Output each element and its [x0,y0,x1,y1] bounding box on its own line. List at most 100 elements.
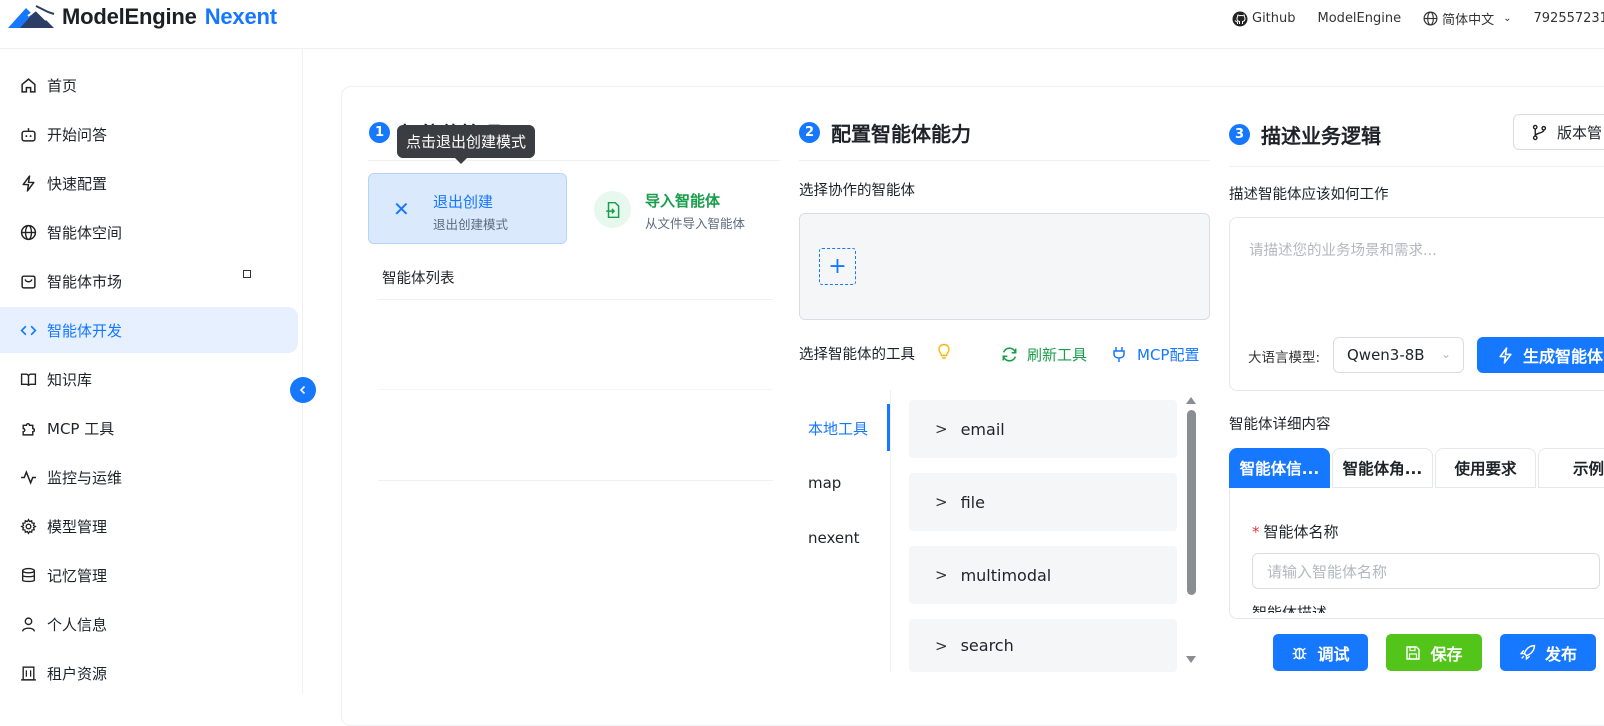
version-manage-label: 版本管 [1557,123,1603,142]
publish-label: 发布 [1544,644,1577,664]
generate-agent-label: 生成智能体 [1523,347,1604,366]
top-header: ModelEngine Nexent Github ModelEngine 简体… [0,0,1604,49]
chevron-down-icon: ⌄ [1503,13,1512,24]
sidebar-item-tenant[interactable]: 租户资源 [0,650,298,696]
user-label: 792557231@ [1533,11,1604,26]
tab-local-tools[interactable]: 本地工具 [808,418,868,439]
logo[interactable]: ModelEngine Nexent [6,2,277,32]
plug-icon [1113,347,1125,362]
tool-group-label: search [960,636,1014,655]
tab-examples[interactable]: 示例 [1538,448,1604,488]
divider [368,160,780,161]
generate-agent-button[interactable]: 生成智能体 [1477,337,1604,373]
rocket-icon [1519,644,1536,661]
tool-group-file[interactable]: > file [909,473,1177,531]
tab-nexent[interactable]: nexent [808,529,860,547]
logo-mark-icon [8,5,55,28]
divider [1229,166,1604,167]
refresh-tools-button[interactable]: 刷新工具 [1001,344,1087,365]
sidebar-item-quick-config[interactable]: 快速配置 [0,160,298,206]
modelengine-link[interactable]: ModelEngine [1318,11,1402,26]
step-2-heading: 2 配置智能体能力 [799,118,971,147]
sidebar-item-agent-space[interactable]: 智能体空间 [0,209,298,255]
sidebar-item-label: 开始问答 [47,125,108,144]
tools-label: 选择智能体的工具 [799,347,915,363]
sidebar-item-label: 智能体开发 [47,321,123,340]
sidebar-item-models[interactable]: 模型管理 [0,503,298,549]
sidebar-item-mcp[interactable]: MCP 工具 [0,405,298,451]
user-account[interactable]: 792557231@ [1534,11,1604,26]
debug-button[interactable]: 调试 [1273,634,1368,671]
business-description-input[interactable]: 请描述您的业务场景和需求... [1249,239,1437,260]
puzzle-icon [18,418,38,438]
save-button[interactable]: 保存 [1386,634,1482,671]
import-agent-title[interactable]: 导入智能体 [645,190,720,211]
sidebar-item-home[interactable]: 首页 [0,62,298,108]
language-label: 简体中文 [1442,13,1495,28]
github-link[interactable]: Github [1232,11,1296,27]
scroll-up-arrow[interactable] [1186,397,1196,404]
lightbulb-icon[interactable] [937,343,951,362]
chevron-right-icon: > [935,566,948,584]
exit-create-button[interactable]: ✕ 退出创建 退出创建模式 [368,173,567,244]
bot-icon [18,124,38,144]
mcp-config-button[interactable]: MCP配置 [1111,344,1199,365]
import-agent-icon-wrap[interactable] [594,191,631,228]
divider [378,389,773,390]
exit-create-subtitle: 退出创建模式 [433,217,509,232]
publish-button[interactable]: 发布 [1500,634,1596,671]
save-icon [1406,645,1421,660]
tab-divider [890,390,891,672]
sidebar-collapse-button[interactable] [290,377,316,403]
sidebar-item-memory[interactable]: 记忆管理 [0,552,298,598]
collab-agents-label: 选择协作的智能体 [799,183,915,199]
sidebar-item-profile[interactable]: 个人信息 [0,601,298,647]
sidebar-item-label: 首页 [47,76,78,95]
sidebar-item-label: MCP 工具 [47,419,115,438]
github-icon [1232,11,1248,26]
tab-map[interactable]: map [808,474,841,492]
save-label: 保存 [1430,644,1463,664]
language-select[interactable]: 简体中文 ⌄ [1423,9,1512,28]
sidebar-item-monitor[interactable]: 监控与运维 [0,454,298,500]
github-label: Github [1252,11,1296,26]
scroll-down-arrow[interactable] [1186,656,1196,663]
close-icon: ✕ [393,197,410,221]
database-icon [18,565,38,585]
step-number: 3 [1229,124,1250,145]
add-collab-agent-button[interactable]: + [819,248,856,285]
tool-group-search[interactable]: > search [909,619,1177,672]
agent-name-input[interactable]: 请输入智能体名称 [1252,553,1600,589]
step-number: 1 [369,122,390,143]
tab-agent-role[interactable]: 智能体角... [1332,448,1433,488]
sidebar-item-agent-market[interactable]: 智能体市场 [0,258,298,304]
detail-tabs: 智能体信... 智能体角... 使用要求 示例 [1229,448,1604,488]
step-title: 描述业务逻辑 [1261,124,1381,148]
activity-icon [18,467,38,487]
divider [799,160,1210,161]
tool-group-multimodal[interactable]: > multimodal [909,546,1177,604]
tools-scrollbar[interactable] [1187,410,1196,595]
tool-group-email[interactable]: > email [909,400,1177,458]
model-select[interactable]: Qwen3-8B ⌄ [1333,337,1464,373]
chevron-down-icon: ⌄ [1440,347,1451,361]
divider [378,299,773,300]
detail-label: 智能体详细内容 [1229,417,1331,433]
step-title: 配置智能体能力 [831,122,971,146]
required-asterisk: * [1252,523,1260,541]
sidebar-item-agent-dev[interactable]: 智能体开发 [0,307,298,353]
sidebar-item-chat[interactable]: 开始问答 [0,111,298,157]
version-manage-button[interactable]: 版本管 [1513,114,1604,150]
agent-name-label: * 智能体名称 [1252,521,1339,542]
mcp-config-label: MCP配置 [1137,346,1200,364]
sidebar-item-knowledge[interactable]: 知识库 [0,356,298,402]
sidebar-item-label: 监控与运维 [47,468,123,487]
debug-label: 调试 [1317,644,1350,664]
small-square-marker [243,270,251,278]
agent-description-label: 智能体描述 [1252,605,1327,613]
tab-agent-info[interactable]: 智能体信... [1229,448,1330,488]
tool-group-label: file [960,492,985,512]
chevron-right-icon: > [935,493,948,511]
sidebar-item-label: 快速配置 [47,174,108,193]
tab-usage-requirements[interactable]: 使用要求 [1435,448,1536,488]
